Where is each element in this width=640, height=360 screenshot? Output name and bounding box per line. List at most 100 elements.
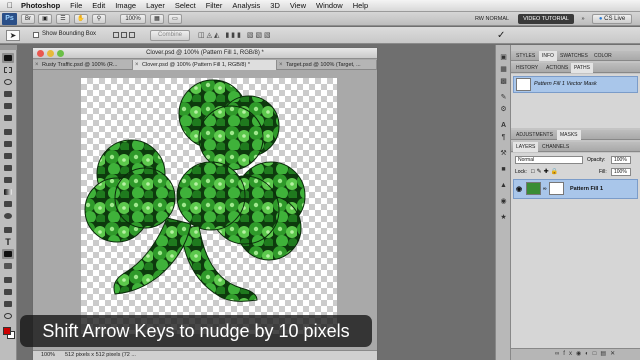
path-selection-tool-icon[interactable]	[2, 249, 14, 259]
commit-check-icon[interactable]: ✓	[497, 30, 505, 41]
zoom-tool-button[interactable]: ⚲	[92, 14, 106, 24]
path-item[interactable]: Pattern Fill 1 Vector Mask	[513, 76, 638, 93]
close-tab-icon[interactable]: ×	[279, 60, 283, 70]
screen-mode-button[interactable]: ▭	[168, 14, 182, 24]
gradient-tool-icon[interactable]	[2, 187, 14, 197]
opacity-input[interactable]: 100%	[611, 156, 631, 164]
status-zoom[interactable]: 100%	[41, 351, 55, 360]
vector-mask-thumbnail[interactable]	[549, 182, 564, 195]
close-tab-icon[interactable]: ×	[35, 60, 39, 70]
brush-tool-icon[interactable]	[2, 139, 14, 149]
shape-tool-icon[interactable]	[2, 261, 14, 271]
tab-rusty-traffic[interactable]: × Rusty Traffic.psd @ 100% (R...	[33, 60, 133, 70]
move-tool-preset-icon[interactable]: ➤	[6, 30, 20, 41]
canvas-area[interactable]	[33, 70, 377, 350]
blend-mode-select[interactable]: Normal	[515, 156, 583, 164]
transparent-canvas[interactable]	[81, 78, 337, 334]
menu-file[interactable]: File	[65, 1, 87, 10]
styles-panel-icon[interactable]: ▩	[498, 77, 509, 87]
hand-tool-icon[interactable]	[2, 299, 14, 309]
menu-help[interactable]: Help	[348, 1, 373, 10]
3d-panel-icon[interactable]: ▲	[498, 181, 509, 191]
zoom-level-dropdown[interactable]: 100%	[120, 14, 146, 24]
tab-info[interactable]: INFO	[539, 51, 557, 61]
workspace-rw-normal[interactable]: RW NORMAL	[470, 14, 514, 24]
tab-channels[interactable]: CHANNELS	[539, 142, 572, 152]
tab-target[interactable]: × Target.psd @ 100% (Target, ...	[277, 60, 377, 70]
menu-edit[interactable]: Edit	[87, 1, 110, 10]
healing-brush-tool-icon[interactable]	[2, 127, 14, 137]
layer-row[interactable]: ◉ ∞ Pattern Fill 1	[513, 179, 638, 199]
quick-select-tool-icon[interactable]	[2, 89, 14, 99]
eraser-tool-icon[interactable]	[2, 175, 14, 185]
bridge-button[interactable]: Br	[21, 14, 35, 24]
tab-swatches[interactable]: SWATCHES	[557, 51, 591, 61]
tool-presets-panel-icon[interactable]: ⚒	[498, 149, 509, 159]
tab-paths[interactable]: PATHS	[571, 63, 593, 73]
arrange-documents-button[interactable]: ▦	[150, 14, 164, 24]
eyedropper-tool-icon[interactable]	[2, 113, 14, 123]
history-brush-tool-icon[interactable]	[2, 163, 14, 173]
menu-window[interactable]: Window	[311, 1, 348, 10]
clone-source-panel-icon[interactable]: ⚙	[498, 105, 509, 115]
align-distribute-icons[interactable]: ◫◬◭ ▮▮▮ ▧▧▧	[198, 30, 338, 41]
fill-input[interactable]: 100%	[611, 168, 631, 176]
3d-rotate-tool-icon[interactable]	[2, 275, 14, 285]
tab-color[interactable]: COLOR	[591, 51, 615, 61]
workspace-menu-icon[interactable]: »	[578, 14, 588, 24]
combine-button[interactable]: Combine	[150, 30, 190, 41]
dodge-tool-icon[interactable]	[2, 211, 14, 221]
color-panel-icon[interactable]: ▣	[498, 53, 509, 63]
workspace-video-tutorial[interactable]: VIDEO TUTORIAL	[518, 14, 574, 24]
menu-3d[interactable]: 3D	[265, 1, 285, 10]
menu-filter[interactable]: Filter	[201, 1, 228, 10]
minimize-window-icon[interactable]	[47, 50, 54, 57]
tools-panel-header[interactable]	[0, 45, 17, 50]
3d-orbit-tool-icon[interactable]	[2, 287, 14, 297]
tab-history[interactable]: HISTORY	[513, 63, 541, 73]
tab-actions[interactable]: ACTIONS	[543, 63, 571, 73]
layer-actions-icons[interactable]: ∞fx◉◐□▤✕	[555, 350, 619, 357]
lasso-tool-icon[interactable]	[2, 77, 14, 87]
foreground-color-swatch[interactable]	[3, 327, 11, 335]
blur-tool-icon[interactable]	[2, 199, 14, 209]
clone-stamp-tool-icon[interactable]	[2, 151, 14, 161]
document-title-bar[interactable]: Clover.psd @ 100% (Pattern Fill 1, RGB/8…	[33, 48, 377, 59]
lock-icons[interactable]: □✎✚🔒	[531, 168, 560, 175]
apple-icon[interactable]: 	[4, 1, 16, 10]
crop-tool-icon[interactable]	[2, 101, 14, 111]
cs-live-button[interactable]: ● CS Live	[592, 14, 632, 24]
menu-analysis[interactable]: Analysis	[227, 1, 265, 10]
tab-clover[interactable]: × Clover.psd @ 100% (Pattern Fill 1, RGB/…	[133, 60, 277, 70]
swatches-panel-icon[interactable]: ▦	[498, 65, 509, 75]
paragraph-panel-icon[interactable]: ¶	[498, 133, 509, 143]
info-panel-icon[interactable]: ◉	[498, 197, 509, 207]
pen-tool-icon[interactable]	[2, 225, 14, 235]
eye-icon[interactable]: ◉	[516, 186, 522, 193]
minibridge-button[interactable]: ▣	[38, 14, 52, 24]
layer-fill-thumbnail[interactable]	[526, 182, 541, 195]
notes-panel-icon[interactable]: ★	[498, 213, 509, 223]
menu-layer[interactable]: Layer	[141, 1, 170, 10]
menu-app-name[interactable]: Photoshop	[16, 1, 65, 10]
show-bounding-box-checkbox[interactable]	[33, 32, 39, 38]
marquee-tool-icon[interactable]	[2, 65, 14, 75]
chain-link-icon[interactable]: ∞	[543, 187, 547, 192]
type-tool-icon[interactable]: T	[2, 237, 14, 247]
zoom-window-icon[interactable]	[57, 50, 64, 57]
tab-layers[interactable]: LAYERS	[513, 142, 539, 152]
tab-masks[interactable]: MASKS	[557, 130, 581, 140]
move-tool-icon[interactable]	[2, 53, 14, 63]
menu-view[interactable]: View	[285, 1, 311, 10]
tab-styles[interactable]: STYLES	[513, 51, 538, 61]
character-panel-icon[interactable]: A	[498, 121, 509, 131]
menu-select[interactable]: Select	[170, 1, 201, 10]
menu-image[interactable]: Image	[110, 1, 141, 10]
path-operation-icons[interactable]	[112, 30, 142, 41]
clover-shape[interactable]	[81, 78, 337, 334]
close-window-icon[interactable]	[37, 50, 44, 57]
navigator-panel-icon[interactable]: ■	[498, 165, 509, 175]
zoom-tool-icon[interactable]	[2, 311, 14, 321]
view-extras-button[interactable]: ☰	[56, 14, 70, 24]
hand-tool-button[interactable]: ✋	[74, 14, 88, 24]
